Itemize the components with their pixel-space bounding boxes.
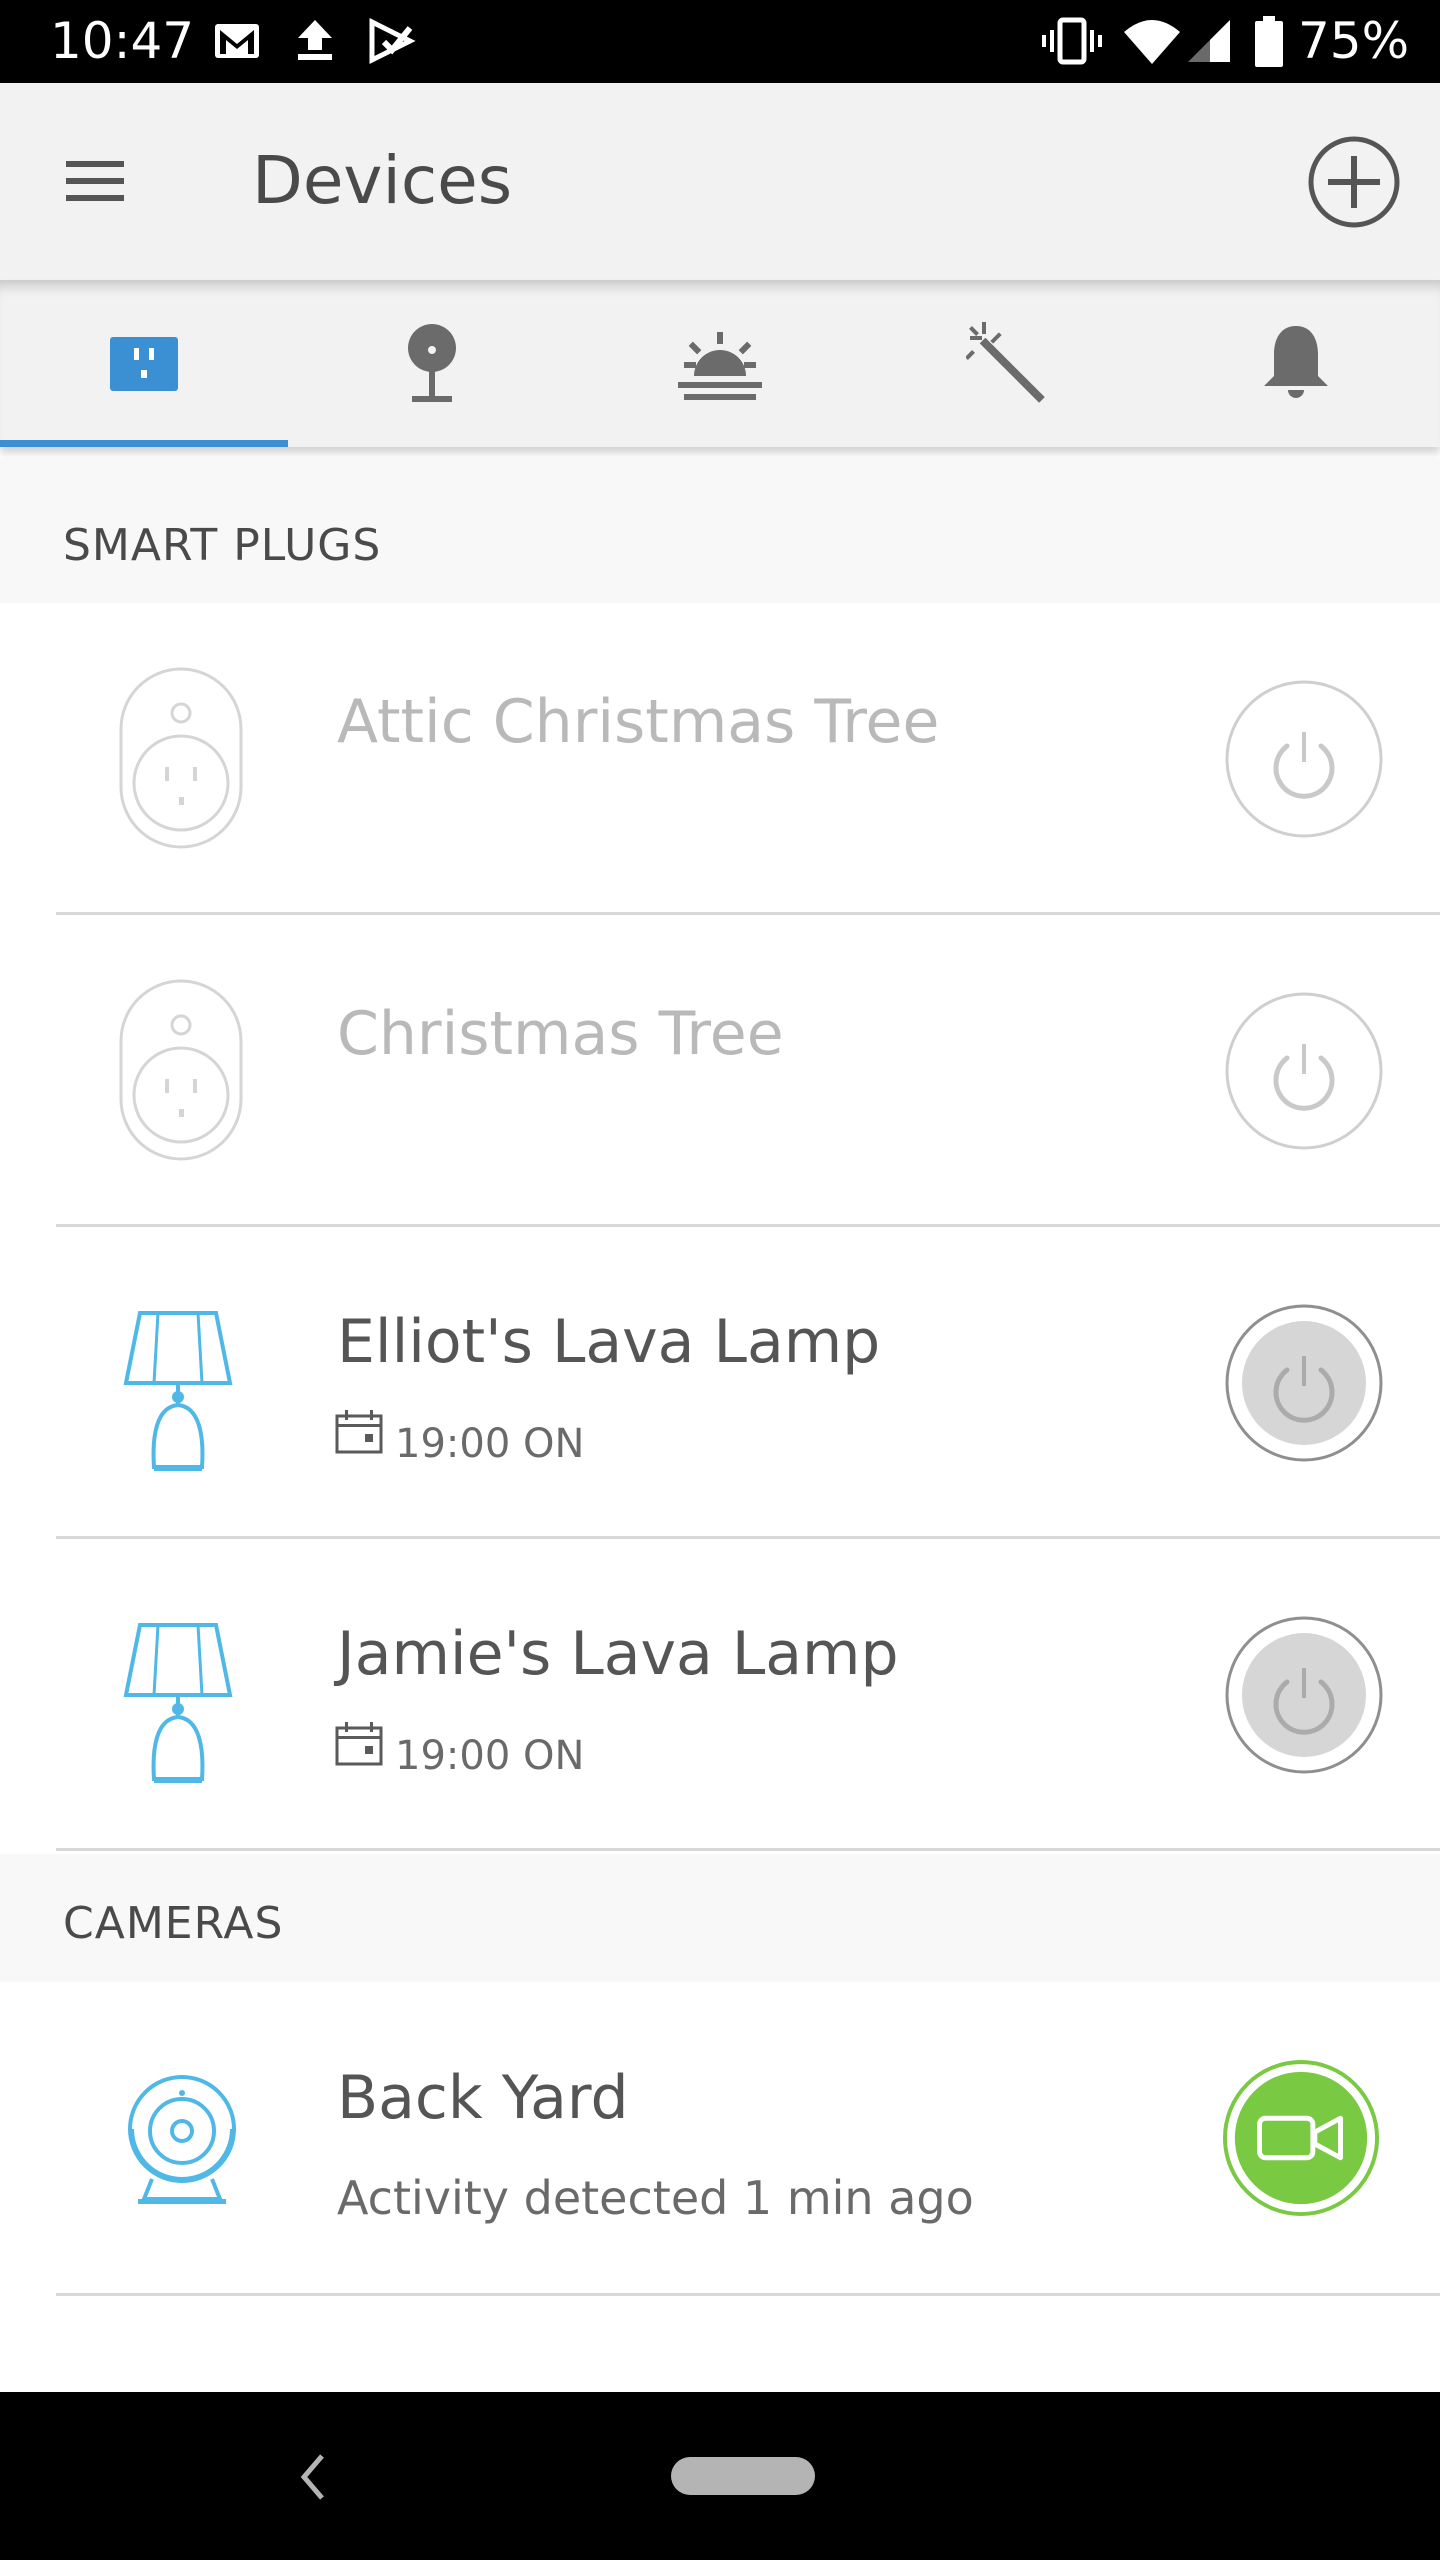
device-name: Jamie's Lava Lamp — [337, 1619, 899, 1689]
back-icon[interactable] — [288, 2442, 338, 2512]
divider — [56, 1848, 1440, 1851]
section-title: CAMERAS — [63, 1898, 284, 1949]
smart-plug-icon — [110, 337, 178, 391]
gmail-icon — [212, 16, 262, 71]
tab-notifications[interactable] — [1152, 280, 1440, 447]
device-row-back-yard-camera[interactable]: Back Yard Activity detected 1 min ago — [0, 1985, 1440, 2296]
power-toggle-button[interactable] — [1225, 992, 1383, 1150]
sunrise-icon — [678, 332, 762, 400]
home-pill-icon[interactable] — [671, 2457, 815, 2495]
play-store-icon — [366, 16, 416, 71]
device-row-jamies-lava-lamp[interactable]: Jamie's Lava Lamp 19:00 ON — [0, 1539, 1440, 1851]
device-name: Attic Christmas Tree — [337, 687, 940, 757]
upload-icon — [292, 16, 338, 71]
battery-icon — [1254, 16, 1284, 73]
status-time: 10:47 — [50, 12, 195, 70]
section-title: SMART PLUGS — [63, 520, 382, 571]
power-toggle-button[interactable] — [1225, 680, 1383, 838]
app-bar: Devices — [0, 83, 1440, 280]
tab-magic[interactable] — [864, 280, 1152, 447]
divider — [56, 2293, 1440, 2296]
schedule-calendar-icon — [335, 1722, 383, 1766]
status-bar: 10:47 75% — [0, 0, 1440, 83]
add-circle-icon — [1308, 136, 1400, 228]
bell-icon — [1264, 326, 1328, 398]
tab-smart-plugs[interactable] — [0, 280, 288, 447]
add-device-button[interactable] — [1306, 134, 1402, 230]
device-name: Back Yard — [337, 2063, 629, 2133]
lamp-icon — [123, 1623, 233, 1783]
device-row-elliots-lava-lamp[interactable]: Elliot's Lava Lamp 19:00 ON — [0, 1227, 1440, 1539]
hamburger-menu-icon[interactable] — [56, 141, 136, 221]
power-toggle-button[interactable] — [1225, 1304, 1383, 1462]
schedule-calendar-icon — [335, 1410, 383, 1454]
schedule-text: 19:00 ON — [395, 1733, 585, 1779]
wifi-icon — [1122, 16, 1182, 71]
magic-wand-icon — [966, 322, 1045, 403]
device-row-christmas-tree[interactable]: Christmas Tree — [0, 915, 1440, 1227]
tab-bulbs[interactable] — [288, 280, 576, 447]
smart-plug-icon — [119, 979, 243, 1161]
battery-percent: 75% — [1298, 12, 1410, 70]
section-header-smart-plugs: SMART PLUGS — [0, 458, 1440, 603]
vibrate-icon — [1042, 16, 1102, 71]
category-tab-bar — [0, 280, 1440, 447]
camera-live-view-button[interactable] — [1222, 2059, 1380, 2217]
device-name: Elliot's Lava Lamp — [337, 1307, 881, 1377]
bulb-icon — [408, 324, 456, 402]
section-header-cameras: CAMERAS — [0, 1854, 1440, 1982]
schedule-text: 19:00 ON — [395, 1421, 585, 1467]
camera-icon — [128, 2075, 236, 2204]
device-row-attic-christmas-tree[interactable]: Attic Christmas Tree — [0, 603, 1440, 915]
tab-scenes[interactable] — [576, 280, 864, 447]
device-name: Christmas Tree — [337, 999, 784, 1069]
smart-plug-icon — [119, 667, 243, 849]
cell-signal-icon — [1186, 16, 1232, 71]
lamp-icon — [123, 1311, 233, 1471]
page-title: Devices — [252, 142, 513, 219]
active-tab-indicator — [0, 440, 288, 447]
power-toggle-button[interactable] — [1225, 1616, 1383, 1774]
camera-activity-status: Activity detected 1 min ago — [337, 2171, 974, 2225]
